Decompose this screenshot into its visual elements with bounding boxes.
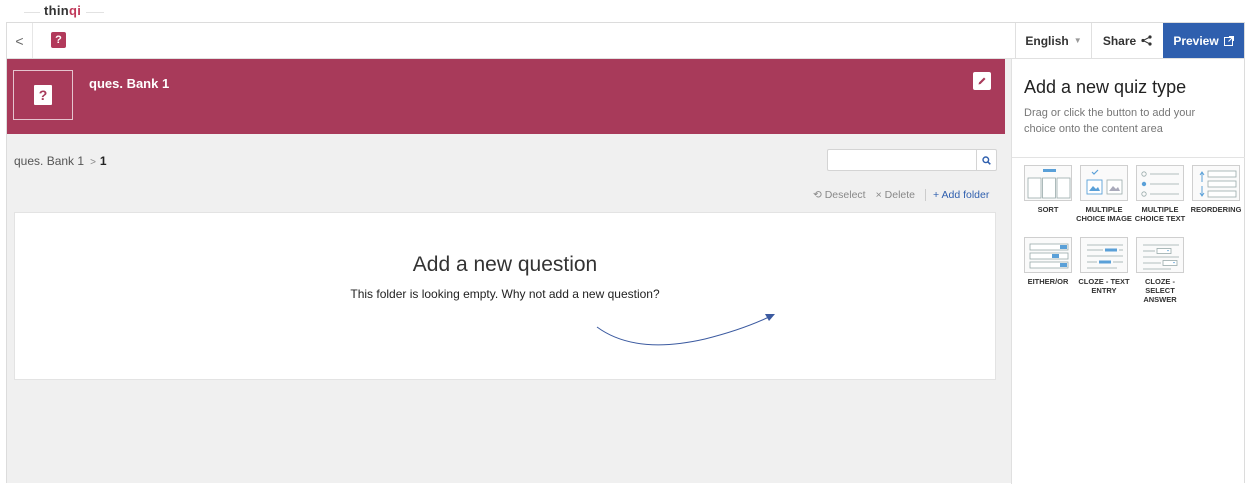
brand-line-right <box>86 12 104 13</box>
share-label: Share <box>1102 33 1137 48</box>
question-bank-icon-box: ? <box>13 70 73 120</box>
quiz-type-cloze-text-entry[interactable]: CLOZE - TEXT ENTRY <box>1076 237 1132 295</box>
search-input[interactable] <box>828 150 976 170</box>
caret-down-icon: ▼ <box>1073 36 1082 45</box>
reordering-icon <box>1192 165 1240 201</box>
breadcrumb: ques. Bank 1 >1 <box>14 154 107 168</box>
quiz-type-panel: Add a new quiz type Drag or click the bu… <box>1011 59 1245 484</box>
multiple-choice-image-icon <box>1080 165 1128 201</box>
breadcrumb-root[interactable]: ques. Bank 1 <box>14 154 84 168</box>
quiz-type-label: CLOZE - SELECT ANSWER <box>1143 277 1177 304</box>
deselect-button[interactable]: ⟲ Deselect <box>813 189 866 201</box>
quiz-type-label: SORT <box>1037 205 1059 214</box>
breadcrumb-current: 1 <box>99 154 107 168</box>
chevron-left-icon: < <box>15 32 24 49</box>
back-button[interactable]: < <box>7 23 33 58</box>
actions-divider <box>925 189 926 201</box>
brand-line-left <box>24 12 40 13</box>
quiz-type-label: MULTIPLE CHOICE IMAGE <box>1076 205 1132 223</box>
page-title: ques. Bank 1 <box>89 76 170 91</box>
breadcrumb-separator-icon: > <box>90 157 96 168</box>
question-bank-banner: ? ques. Bank 1 <box>7 59 1005 134</box>
cloze-select-answer-icon <box>1136 237 1184 273</box>
brand-strip: thinqi <box>0 0 1251 22</box>
pencil-icon <box>978 77 986 85</box>
delete-button[interactable]: × Delete <box>876 189 915 201</box>
quiz-type-label: EITHER/OR <box>1027 277 1069 286</box>
close-icon: × <box>875 189 885 201</box>
sort-icon <box>1024 165 1072 201</box>
language-dropdown[interactable]: English ▼ <box>1015 23 1091 58</box>
quiz-type-cloze-select-answer[interactable]: CLOZE - SELECT ANSWER <box>1132 237 1188 304</box>
search-box <box>827 149 997 171</box>
empty-state-panel: Add a new question This folder is lookin… <box>14 212 996 380</box>
question-bank-icon: ? <box>34 85 52 105</box>
cloze-text-entry-icon <box>1080 237 1128 273</box>
multiple-choice-text-icon <box>1136 165 1184 201</box>
quiz-type-sort[interactable]: SORT <box>1020 165 1076 214</box>
brand-logo: thinqi <box>44 3 82 18</box>
share-icon <box>1141 35 1152 46</box>
quiz-panel-description: Drag or click the button to add your cho… <box>1024 107 1196 135</box>
empty-state-title: Add a new question <box>412 253 598 276</box>
quiz-type-label: CLOZE - TEXT ENTRY <box>1078 277 1130 295</box>
preview-label: Preview <box>1173 33 1219 48</box>
quiz-type-label: MULTIPLE CHOICE TEXT <box>1134 205 1186 223</box>
quiz-type-label: REORDERING <box>1190 205 1242 214</box>
quiz-type-multiple-choice-image[interactable]: MULTIPLE CHOICE IMAGE <box>1076 165 1132 223</box>
external-link-icon <box>1223 35 1234 46</box>
search-icon <box>982 155 991 165</box>
deselect-icon: ⟲ <box>813 189 825 201</box>
quiz-type-reordering[interactable]: REORDERING <box>1188 165 1244 214</box>
app-window: < ? English ▼ Share Preview ? ques. Bank… <box>6 22 1245 484</box>
curved-arrow-icon <box>596 314 775 346</box>
quiz-type-either-or[interactable]: EITHER/OR <box>1020 237 1076 286</box>
folder-actions: ⟲ Deselect × Delete + Add folder <box>813 189 989 201</box>
quiz-panel-divider <box>1012 157 1245 158</box>
search-button[interactable] <box>976 150 996 170</box>
quiz-type-multiple-choice-text[interactable]: MULTIPLE CHOICE TEXT <box>1132 165 1188 223</box>
either-or-icon <box>1024 237 1072 273</box>
top-bar: < ? English ▼ Share Preview <box>7 23 1244 59</box>
language-label: English <box>1025 33 1069 48</box>
add-folder-button[interactable]: + Add folder <box>933 189 989 201</box>
preview-button[interactable]: Preview <box>1163 23 1244 58</box>
edit-title-button[interactable] <box>973 72 991 90</box>
app-icon: ? <box>51 32 66 48</box>
share-button[interactable]: Share <box>1091 23 1163 58</box>
quiz-panel-title: Add a new quiz type <box>1024 77 1187 97</box>
empty-state-subtitle: This folder is looking empty. Why not ad… <box>350 287 660 301</box>
